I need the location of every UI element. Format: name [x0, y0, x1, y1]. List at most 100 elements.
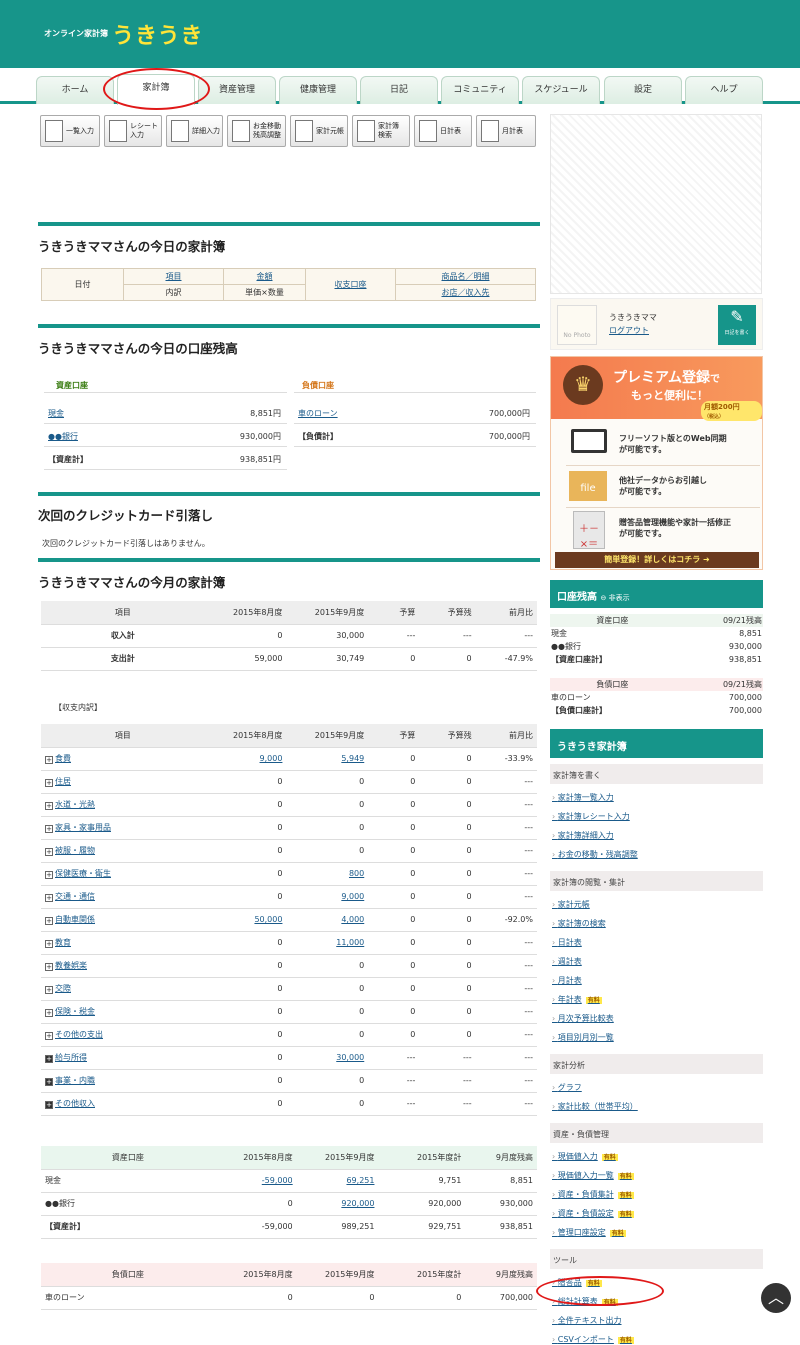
expand-icon[interactable]: +	[45, 986, 53, 994]
cell-value: 9,751	[438, 1176, 462, 1185]
balance-account[interactable]: 車のローン	[298, 408, 338, 419]
toolbar-button-1[interactable]: レシート入力	[104, 115, 162, 147]
expand-icon[interactable]: +	[45, 802, 53, 810]
row-label[interactable]: 自動車関係	[55, 915, 95, 924]
cell-value[interactable]: 11,000	[336, 938, 364, 947]
toolbar-button-4[interactable]: 家計元帳	[290, 115, 348, 147]
expand-icon[interactable]: +	[45, 1078, 53, 1086]
today-col-item[interactable]: 項目	[166, 272, 182, 281]
row-label[interactable]: 家具・家事用品	[55, 823, 111, 832]
menu-item[interactable]: お金の移動・残高調整	[552, 849, 638, 860]
menu-item[interactable]: 資産・負債集計有料	[552, 1189, 634, 1200]
premium-cta-button[interactable]: 簡単登録！詳しくはコチラ ➜	[555, 552, 759, 568]
menu-item[interactable]: 年計表有料	[552, 994, 602, 1005]
tab-7[interactable]: 設定	[604, 76, 682, 104]
expand-icon[interactable]: +	[45, 1101, 53, 1109]
today-col-date: 日付	[41, 268, 124, 301]
row-label[interactable]: 水道・光熱	[55, 800, 95, 809]
row-label[interactable]: 食費	[55, 754, 71, 763]
toolbar-button-3[interactable]: お金移動 残高調整	[227, 115, 286, 147]
row-label[interactable]: 住居	[55, 777, 71, 786]
toolbar-button-5[interactable]: 家計簿 検索	[352, 115, 410, 147]
menu-item[interactable]: 項目別月別一覧	[552, 1032, 614, 1043]
cell-value[interactable]: 4,000	[341, 915, 364, 924]
expand-icon[interactable]: +	[45, 848, 53, 856]
expand-icon[interactable]: +	[45, 963, 53, 971]
menu-item[interactable]: 資産・負債設定有料	[552, 1208, 634, 1219]
cell-value[interactable]: 69,251	[346, 1176, 374, 1185]
menu-item[interactable]: 日計表	[552, 937, 582, 948]
expand-icon[interactable]: +	[45, 1055, 53, 1063]
expand-icon[interactable]: +	[45, 940, 53, 948]
cell-value[interactable]: 9,000	[260, 754, 283, 763]
cell-value[interactable]: 800	[349, 869, 364, 878]
menu-item[interactable]: 月次予算比較表	[552, 1013, 614, 1024]
row-label[interactable]: 交際	[55, 984, 71, 993]
row-label[interactable]: 被服・履物	[55, 846, 95, 855]
ad-banner[interactable]	[550, 114, 762, 294]
cell-value[interactable]: 920,000	[341, 1199, 374, 1208]
menu-item[interactable]: 現価値入力有料	[552, 1151, 618, 1162]
expand-icon[interactable]: +	[45, 825, 53, 833]
cell-value: 938,851	[499, 1222, 533, 1231]
today-col-product[interactable]: 商品名／明細	[442, 272, 490, 281]
expand-icon[interactable]: +	[45, 756, 53, 764]
today-col-account[interactable]: 収支口座	[335, 280, 367, 289]
cell-value: 0	[287, 1293, 293, 1302]
expand-icon[interactable]: +	[45, 779, 53, 787]
menu-item[interactable]: 家計簿レシート入力	[552, 811, 630, 822]
row-label[interactable]: その他収入	[55, 1099, 95, 1108]
write-diary-button[interactable]: ✎ 日記を書く	[718, 305, 756, 345]
menu-item[interactable]: 現価値入力一覧有料	[552, 1170, 634, 1181]
tab-3[interactable]: 健康管理	[279, 76, 357, 104]
balance-account[interactable]: ●●銀行	[48, 431, 78, 442]
premium-banner[interactable]: ♛ プレミアム登録で もっと便利に！ 月額200円（税込） フリーソフト版とのW…	[550, 356, 763, 570]
expand-icon[interactable]: +	[45, 871, 53, 879]
menu-item[interactable]: 全件テキスト出力	[552, 1315, 622, 1326]
hide-toggle[interactable]: ⊖ 非表示	[600, 594, 629, 602]
menu-item[interactable]: CSVインポート有料	[552, 1334, 634, 1345]
toolbar-button-6[interactable]: 日計表	[414, 115, 472, 147]
tab-5[interactable]: コミュニティ	[441, 76, 519, 104]
balance-account[interactable]: 現金	[48, 408, 64, 419]
row-label[interactable]: 交通・通信	[55, 892, 95, 901]
menu-item[interactable]: 月計表	[552, 975, 582, 986]
cell-value[interactable]: 5,949	[341, 754, 364, 763]
sb-account: 【負債口座計】	[551, 706, 607, 715]
row-label[interactable]: その他の支出	[55, 1030, 103, 1039]
expand-icon[interactable]: +	[45, 917, 53, 925]
row-label[interactable]: 保健医療・衛生	[55, 869, 111, 878]
tab-6[interactable]: スケジュール	[522, 76, 600, 104]
today-col-shop[interactable]: お店／収入先	[442, 288, 490, 297]
menu-item[interactable]: 家計元帳	[552, 899, 590, 910]
menu-item[interactable]: 家計簿の検索	[552, 918, 606, 929]
toolbar-button-7[interactable]: 月計表	[476, 115, 536, 147]
menu-item[interactable]: グラフ	[552, 1082, 582, 1093]
tab-4[interactable]: 日記	[360, 76, 438, 104]
expand-icon[interactable]: +	[45, 894, 53, 902]
expand-icon[interactable]: +	[45, 1032, 53, 1040]
row-label[interactable]: 教育	[55, 938, 71, 947]
toolbar-button-0[interactable]: 一覧入力	[40, 115, 100, 147]
toolbar-button-2[interactable]: 詳細入力	[166, 115, 223, 147]
scroll-top-button[interactable]: ︿	[761, 1283, 791, 1313]
menu-item[interactable]: 家計簿詳細入力	[552, 830, 614, 841]
row-label[interactable]: 教養娯楽	[55, 961, 87, 970]
cell-value[interactable]: 50,000	[254, 915, 282, 924]
menu-item[interactable]: 家計比較（世帯平均）	[552, 1101, 638, 1112]
menu-item[interactable]: 週計表	[552, 956, 582, 967]
site-logo[interactable]: うきうき	[112, 18, 204, 50]
row-label[interactable]: 事業・内職	[55, 1076, 95, 1085]
row-label[interactable]: 保険・税金	[55, 1007, 95, 1016]
today-col-amount[interactable]: 金額	[257, 272, 273, 281]
row-label[interactable]: 給与所得	[55, 1053, 87, 1062]
cell-value[interactable]: 30,000	[336, 1053, 364, 1062]
expand-icon[interactable]: +	[45, 1009, 53, 1017]
menu-item[interactable]: 管理口座設定有料	[552, 1227, 626, 1238]
logout-link[interactable]: ログアウト	[609, 325, 649, 336]
cell-value[interactable]: 9,000	[341, 892, 364, 901]
cell-value: ---	[406, 631, 416, 640]
tab-8[interactable]: ヘルプ	[685, 76, 763, 104]
menu-item[interactable]: 家計簿一覧入力	[552, 792, 614, 803]
cell-value[interactable]: -59,000	[262, 1176, 293, 1185]
